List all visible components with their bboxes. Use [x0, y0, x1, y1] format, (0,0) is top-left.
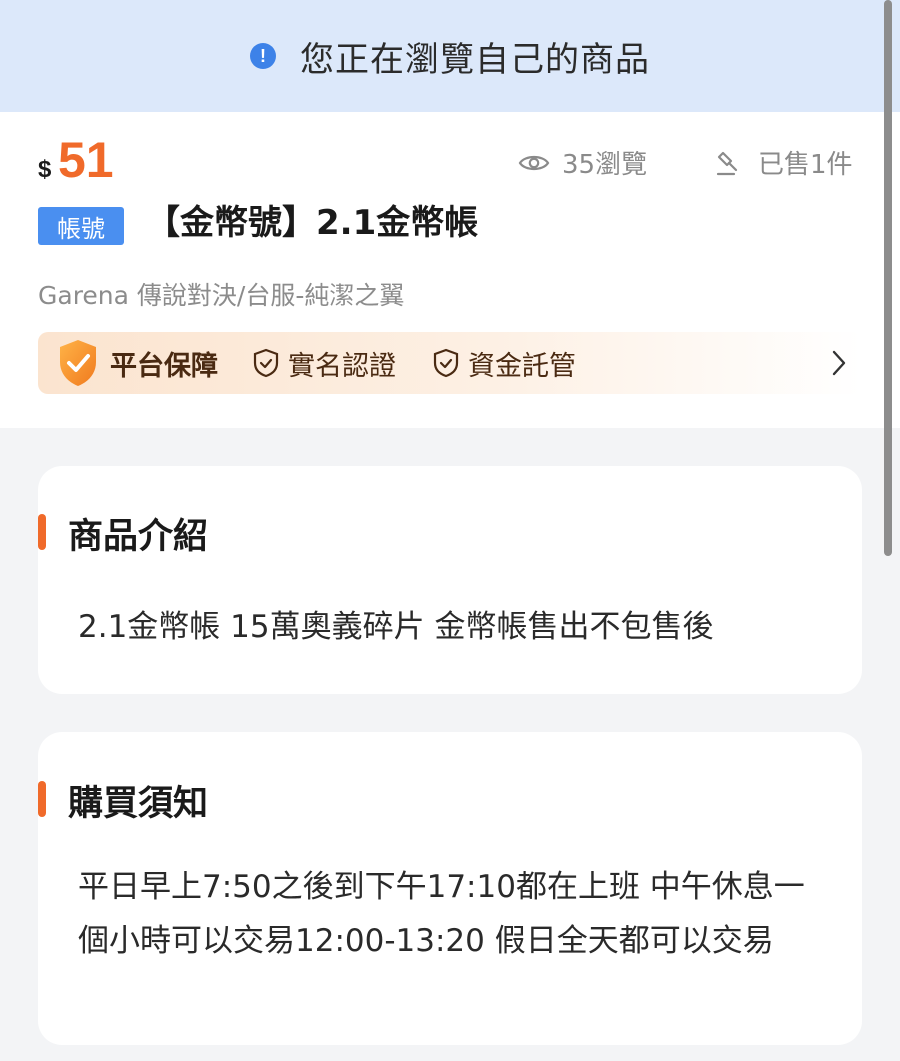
- product-intro-section: 商品介紹 2.1金幣帳 15萬奧義碎片 金幣帳售出不包售後: [38, 466, 862, 694]
- eye-icon: [518, 155, 550, 170]
- guarantee-item-escrow: 資金託管: [432, 344, 576, 383]
- section-title: 商品介紹: [68, 517, 209, 557]
- notice-text: 您正在瀏覽自己的商品: [300, 39, 650, 80]
- section-title: 購買須知: [68, 784, 209, 824]
- shield-check-icon: [433, 348, 459, 378]
- price: 51: [58, 132, 114, 188]
- section-body: 2.1金幣帳 15萬奧義碎片 金幣帳售出不包售後: [78, 609, 714, 645]
- info-icon: !: [250, 43, 276, 69]
- view-count-label: 35瀏覽: [562, 150, 648, 180]
- guarantee-title: 平台保障: [110, 350, 218, 382]
- guarantee-item-label: 實名認證: [288, 350, 396, 382]
- purchase-notice-section: 購買須知 平日早上7:50之後到下午17:10都在上班 中午休息一個小時可以交易…: [38, 732, 862, 1045]
- sold-count: 已售1件: [714, 144, 853, 181]
- platform-guarantee-bar[interactable]: 平台保障 實名認證 資金託管: [38, 332, 862, 394]
- view-count: 35瀏覽: [518, 144, 647, 181]
- guarantee-item-label: 資金託管: [468, 350, 576, 382]
- section-accent-bar: [38, 514, 46, 550]
- guarantee-item-real-name: 實名認證: [252, 344, 396, 383]
- sold-count-label: 已售1件: [758, 150, 853, 180]
- section-body: 平日早上7:50之後到下午17:10都在上班 中午休息一個小時可以交易12:00…: [78, 869, 805, 959]
- product-title: 【金幣號】2.1金幣帳: [146, 203, 479, 243]
- shield-badge-icon: [60, 340, 96, 386]
- chevron-right-icon[interactable]: [830, 348, 848, 378]
- shield-check-icon: [253, 348, 279, 378]
- scrollbar-thumb[interactable]: [884, 0, 892, 556]
- category-badge: 帳號: [38, 207, 124, 245]
- self-listing-notice-banner: ! 您正在瀏覽自己的商品: [0, 0, 900, 112]
- auction-hammer-icon: [716, 151, 738, 175]
- section-accent-bar: [38, 781, 46, 817]
- game-server-info: Garena 傳說對決/台服-純潔之翼: [38, 281, 405, 310]
- currency-symbol: $: [38, 156, 52, 183]
